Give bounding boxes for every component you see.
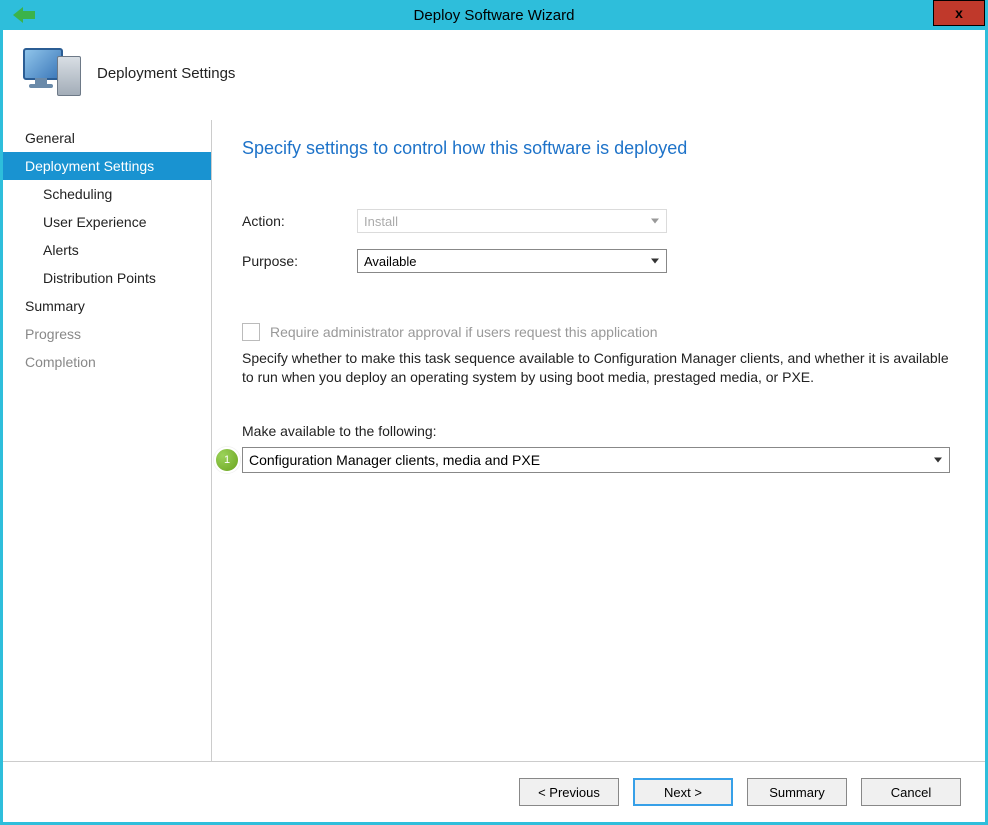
require-approval-checkbox bbox=[242, 323, 260, 341]
sidebar-item-general[interactable]: General bbox=[3, 124, 211, 152]
titlebar: Deploy Software Wizard x bbox=[3, 0, 985, 30]
wizard-header: Deployment Settings bbox=[3, 30, 985, 120]
computer-icon bbox=[23, 48, 79, 98]
action-label: Action: bbox=[242, 213, 357, 229]
wizard-sidebar: General Deployment Settings Scheduling U… bbox=[3, 120, 212, 761]
purpose-row: Purpose: Available bbox=[242, 249, 955, 273]
sidebar-item-summary[interactable]: Summary bbox=[3, 292, 211, 320]
sidebar-item-user-experience[interactable]: User Experience bbox=[3, 208, 211, 236]
main-heading: Specify settings to control how this sof… bbox=[242, 138, 955, 159]
close-button[interactable]: x bbox=[933, 0, 985, 26]
sidebar-item-progress: Progress bbox=[3, 320, 211, 348]
sidebar-item-completion: Completion bbox=[3, 348, 211, 376]
require-approval-row: Require administrator approval if users … bbox=[242, 323, 955, 341]
make-available-select[interactable]: Configuration Manager clients, media and… bbox=[242, 447, 950, 473]
make-available-row: 1 Configuration Manager clients, media a… bbox=[242, 447, 955, 473]
annotation-badge-1: 1 bbox=[214, 447, 240, 473]
previous-button[interactable]: < Previous bbox=[519, 778, 619, 806]
window-title: Deploy Software Wizard bbox=[3, 7, 985, 24]
cancel-button[interactable]: Cancel bbox=[861, 778, 961, 806]
annotation-badge-number: 1 bbox=[224, 454, 230, 466]
wizard-window: Deploy Software Wizard x Deployment Sett… bbox=[0, 0, 988, 825]
sidebar-item-scheduling[interactable]: Scheduling bbox=[3, 180, 211, 208]
sidebar-item-deployment-settings[interactable]: Deployment Settings bbox=[3, 152, 211, 180]
wizard-body: General Deployment Settings Scheduling U… bbox=[3, 120, 985, 761]
wizard-footer: < Previous Next > Summary Cancel bbox=[3, 761, 985, 822]
availability-description: Specify whether to make this task sequen… bbox=[242, 349, 955, 387]
page-title: Deployment Settings bbox=[97, 65, 235, 82]
purpose-select[interactable]: Available bbox=[357, 249, 667, 273]
action-select: Install bbox=[357, 209, 667, 233]
sidebar-item-distribution-points[interactable]: Distribution Points bbox=[3, 264, 211, 292]
close-icon: x bbox=[955, 5, 963, 21]
require-approval-label: Require administrator approval if users … bbox=[270, 324, 658, 340]
action-row: Action: Install bbox=[242, 209, 955, 233]
next-button[interactable]: Next > bbox=[633, 778, 733, 806]
make-available-label: Make available to the following: bbox=[242, 423, 955, 439]
wizard-main: Specify settings to control how this sof… bbox=[212, 120, 985, 761]
purpose-label: Purpose: bbox=[242, 253, 357, 269]
sidebar-item-alerts[interactable]: Alerts bbox=[3, 236, 211, 264]
summary-button[interactable]: Summary bbox=[747, 778, 847, 806]
